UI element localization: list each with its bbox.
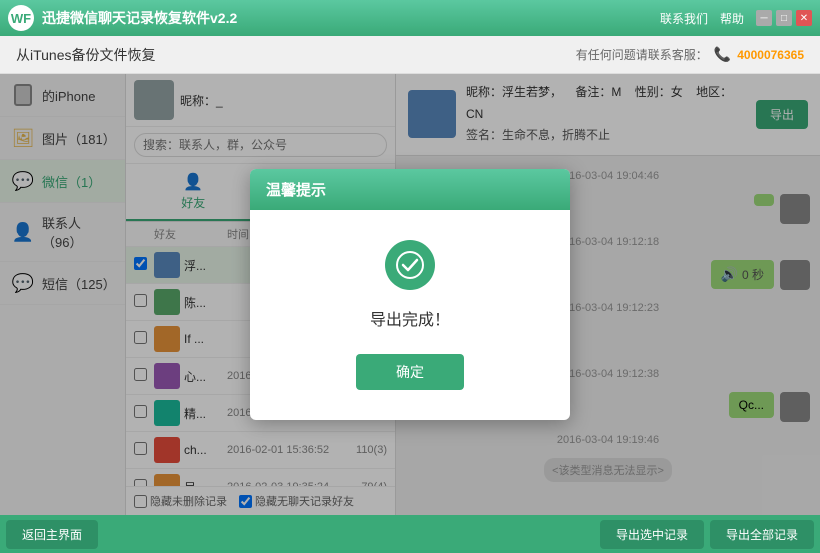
export-all-button[interactable]: 导出全部记录 xyxy=(710,520,814,549)
sub-header: 从iTunes备份文件恢复 有任何问题请联系客服： 📞 4000076365 xyxy=(0,36,820,74)
win-controls: ─ □ ✕ xyxy=(756,10,812,26)
sub-header-right: 有任何问题请联系客服： 📞 4000076365 xyxy=(576,46,804,63)
phone-icon: 📞 xyxy=(714,46,731,63)
modal-confirm-button[interactable]: 确定 xyxy=(356,354,464,390)
export-selected-button[interactable]: 导出选中记录 xyxy=(600,520,704,549)
title-bar-left: WF 迅捷微信聊天记录恢复软件v2.2 xyxy=(8,5,237,31)
main-area: 的iPhone 🖼 图片（181） 💬 微信（1） 👤 联系人（96） 💬 短信… xyxy=(0,74,820,515)
modal-message: 导出完成！ xyxy=(370,306,450,330)
modal-success-icon xyxy=(385,240,435,290)
modal-header: 温馨提示 xyxy=(250,169,570,210)
minimize-button[interactable]: ─ xyxy=(756,10,772,26)
back-to-main-button[interactable]: 返回主界面 xyxy=(6,520,98,549)
title-bar-right: 联系我们 帮助 ─ □ ✕ xyxy=(660,10,812,27)
app-logo: WF xyxy=(8,5,34,31)
phone-number: 4000076365 xyxy=(737,48,804,62)
page-title: 从iTunes备份文件恢复 xyxy=(16,45,156,65)
modal-body: 导出完成！ 确定 xyxy=(250,210,570,420)
maximize-button[interactable]: □ xyxy=(776,10,792,26)
modal-overlay: 温馨提示 导出完成！ 确定 xyxy=(0,74,820,515)
modal-dialog: 温馨提示 导出完成！ 确定 xyxy=(250,169,570,420)
contact-hint: 有任何问题请联系客服： xyxy=(576,46,708,63)
help-link[interactable]: 帮助 xyxy=(720,10,744,27)
contact-us-link[interactable]: 联系我们 xyxy=(660,10,708,27)
bottom-bar: 返回主界面 导出选中记录 导出全部记录 xyxy=(0,515,820,553)
close-button[interactable]: ✕ xyxy=(796,10,812,26)
app-title: 迅捷微信聊天记录恢复软件v2.2 xyxy=(42,8,237,28)
title-bar: WF 迅捷微信聊天记录恢复软件v2.2 联系我们 帮助 ─ □ ✕ xyxy=(0,0,820,36)
